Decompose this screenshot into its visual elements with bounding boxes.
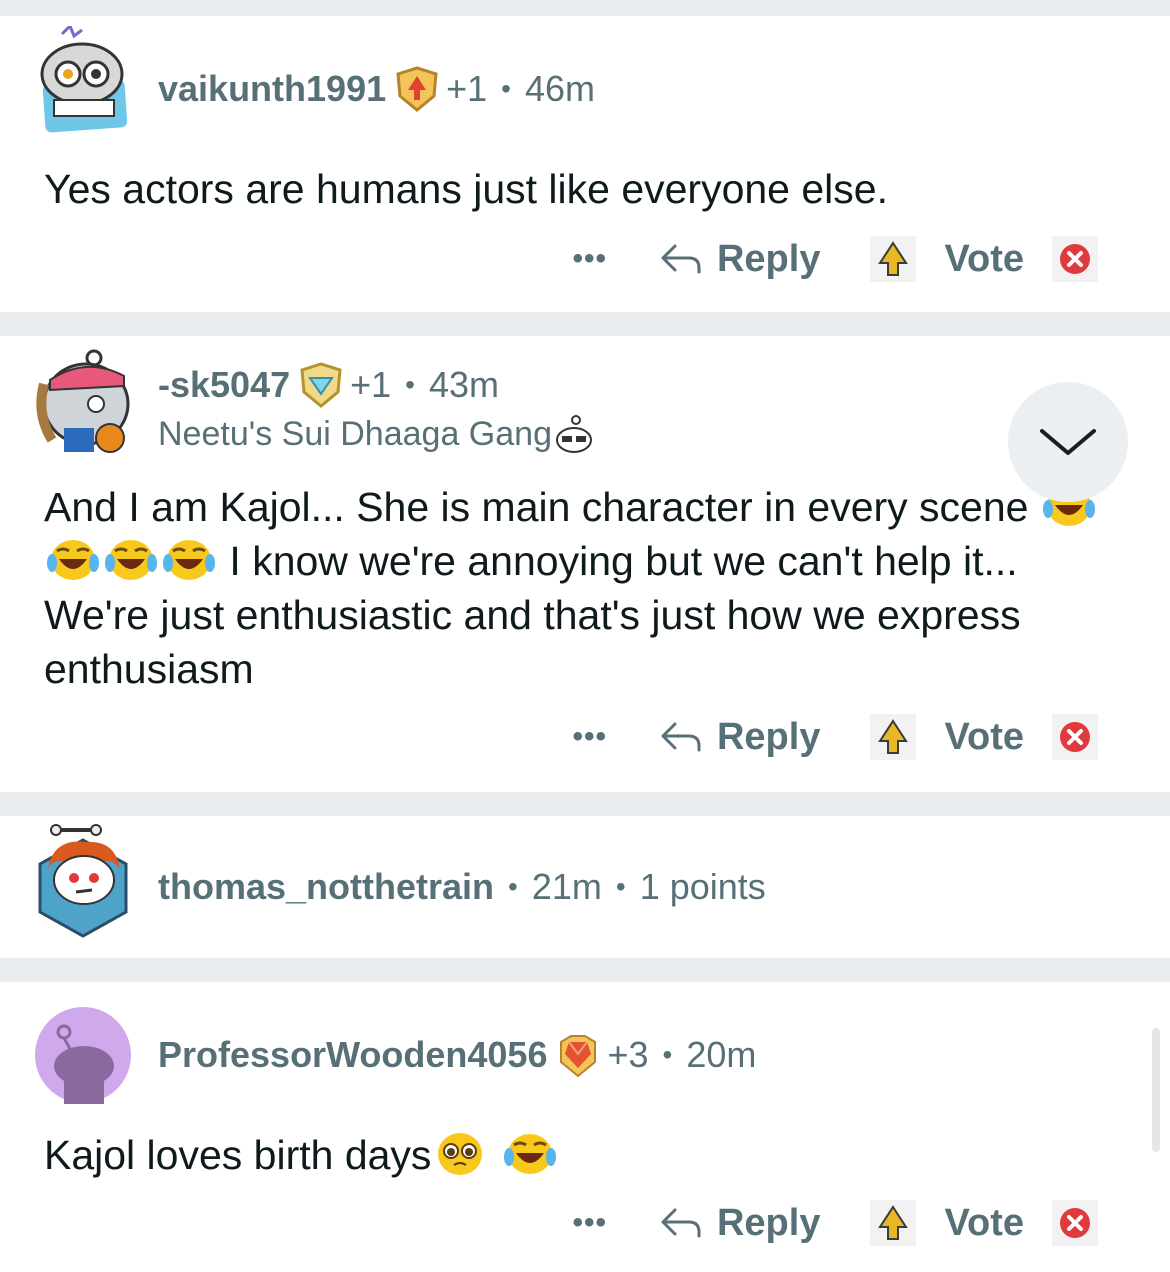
reply-arrow-icon [661, 1208, 701, 1238]
vote-control: Vote [870, 714, 1098, 760]
reply-button[interactable]: Reply [659, 238, 820, 281]
comment-body-part1: And I am Kajol... She is main character … [44, 484, 1029, 530]
default-purple-avatar-icon[interactable] [34, 1006, 132, 1104]
downvote-button[interactable] [1052, 1200, 1098, 1246]
username[interactable]: -sk5047 [158, 364, 290, 406]
laughing-emoji-icon [501, 1132, 559, 1178]
comment-actions: ••• Reply Vote [572, 234, 1098, 284]
comment-collapsed[interactable]: thomas_notthetrain • 21m • 1 points [0, 816, 1170, 958]
crystal-badge-icon [555, 1032, 601, 1078]
upvote-button[interactable] [870, 1200, 917, 1246]
comment: -sk5047 +1 • 43m Neetu's Sui Dhaaga Gang… [0, 336, 1170, 792]
pleading-face-emoji-icon [431, 1132, 489, 1178]
more-options-button[interactable]: ••• [572, 242, 607, 276]
reply-arrow-icon [661, 722, 701, 752]
downvote-button[interactable] [1052, 714, 1098, 760]
reply-button[interactable]: Reply [659, 1202, 820, 1245]
dot-separator: • [615, 871, 626, 902]
timestamp: 46m [524, 68, 596, 109]
comment-meta: vaikunth1991 +1 • 46m [158, 64, 595, 114]
more-options-button[interactable]: ••• [572, 720, 607, 754]
downvote-icon [1060, 244, 1090, 274]
dot-separator: • [508, 871, 518, 902]
comment-body: Yes actors are humans just like everyone… [44, 166, 888, 212]
reply-label: Reply [716, 237, 821, 280]
laughing-emoji-icon [102, 538, 160, 584]
comment-meta: -sk5047 +1 • 43m [158, 360, 499, 410]
comment-actions: ••• Reply Vote [572, 1198, 1098, 1248]
karma: +3 [607, 1034, 649, 1075]
reply-label: Reply [716, 1201, 821, 1244]
vote-control: Vote [870, 1200, 1098, 1246]
upvote-button[interactable] [870, 236, 917, 282]
reply-button[interactable]: Reply [659, 716, 820, 759]
laughing-emoji-icon [160, 538, 218, 584]
redhair-avatar-icon[interactable] [34, 824, 132, 938]
downvote-icon [1060, 1208, 1090, 1238]
comment-body-text: Kajol loves birth days [44, 1132, 432, 1178]
comment: vaikunth1991 +1 • 46m Yes actors are hum… [0, 16, 1170, 312]
separator [0, 312, 1170, 336]
sunglasses-snoo-icon [555, 415, 592, 453]
scrollbar[interactable] [1152, 1028, 1160, 1152]
separator [0, 792, 1170, 816]
vote-control: Vote [870, 236, 1098, 282]
timestamp: 20m [686, 1034, 757, 1075]
basketball-avatar-icon[interactable] [34, 344, 132, 453]
downvote-button[interactable] [1052, 236, 1098, 282]
timestamp: 21m [531, 866, 602, 907]
karma: +1 [446, 68, 488, 109]
points: 1 points [639, 866, 766, 907]
dot-separator: • [501, 73, 511, 104]
comment-meta: ProfessorWooden4056 +3 • 20m [158, 1030, 756, 1080]
comment-body: And I am Kajol... She is main character … [44, 480, 1124, 696]
chevron-down-icon [1040, 429, 1096, 455]
vote-label: Vote [944, 1201, 1024, 1244]
separator [0, 0, 1170, 16]
username[interactable]: vaikunth1991 [158, 68, 386, 110]
upvote-icon [878, 1205, 909, 1240]
karma: +1 [350, 364, 392, 405]
separator [0, 958, 1170, 982]
reply-label: Reply [716, 715, 821, 758]
user-flair: Neetu's Sui Dhaaga Gang [158, 410, 594, 458]
controller-avatar-icon[interactable] [34, 23, 132, 133]
collapse-thread-button[interactable] [1008, 382, 1128, 502]
dot-separator: • [662, 1039, 673, 1070]
downvote-icon [1060, 722, 1090, 752]
vote-label: Vote [944, 237, 1024, 280]
upvote-button[interactable] [870, 714, 917, 760]
laughing-emoji-icon [44, 538, 102, 584]
flair-text: Neetu's Sui Dhaaga Gang [158, 414, 552, 453]
gold-shield-badge-icon [394, 66, 440, 112]
reply-arrow-icon [661, 244, 701, 274]
more-options-button[interactable]: ••• [572, 1206, 607, 1240]
diamond-shield-badge-icon [298, 362, 344, 408]
comment-actions: ••• Reply Vote [572, 712, 1098, 762]
upvote-icon [878, 719, 909, 754]
comment-body: Kajol loves birth days [44, 1128, 1124, 1182]
comment: ProfessorWooden4056 +3 • 20m Kajol loves… [0, 982, 1170, 1272]
vote-label: Vote [944, 715, 1024, 758]
username[interactable]: ProfessorWooden4056 [158, 1034, 547, 1076]
dot-separator: • [405, 369, 415, 400]
timestamp: 43m [428, 364, 500, 405]
username[interactable]: thomas_notthetrain [158, 866, 494, 908]
upvote-icon [878, 241, 909, 276]
comment-meta: thomas_notthetrain • 21m • 1 points [158, 862, 766, 912]
